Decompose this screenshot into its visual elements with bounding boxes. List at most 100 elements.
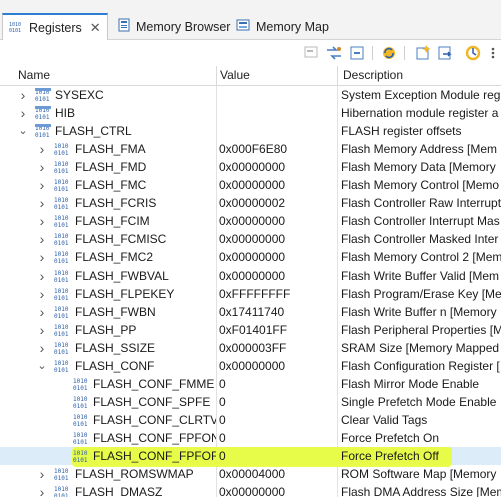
- register-name: FLASH_FLPEKEY: [75, 286, 175, 301]
- register-icon: 10100101: [54, 143, 69, 156]
- svg-text:0101: 0101: [54, 204, 69, 210]
- chevron-right-icon[interactable]: ›: [37, 267, 47, 285]
- register-value[interactable]: 0x00000000: [219, 248, 337, 266]
- tree-row[interactable]: › 1010 0101 FLASH_FMD 0x00000000 Flash Memory…: [0, 158, 501, 176]
- register-group-config-icon[interactable]: [303, 44, 321, 62]
- column-header-value[interactable]: Value: [216, 66, 250, 86]
- chevron-down-icon[interactable]: ⌄: [18, 122, 28, 140]
- register-value[interactable]: [219, 104, 337, 122]
- register-name: FLASH_PP: [75, 322, 137, 337]
- register-group-icon: 10100101: [35, 124, 51, 138]
- chevron-right-icon[interactable]: ›: [37, 248, 47, 266]
- close-icon[interactable]: ✕: [90, 20, 101, 36]
- tree-row[interactable]: ⌄ 1010 0101 FLASH_CONF 0x00000000 Flash Confi…: [0, 357, 501, 375]
- tree-row[interactable]: › 1010 0101 FLASH_FCRIS 0x00000002 Flash Cont…: [0, 194, 501, 212]
- register-value[interactable]: [219, 122, 337, 140]
- register-value[interactable]: 0xFFFFFFFF: [219, 285, 337, 303]
- tree-row[interactable]: 1010 0101 FLASH_CONF_FMME 0 Flash Mirror Mod…: [0, 375, 501, 393]
- register-value[interactable]: 0: [219, 447, 337, 465]
- name-cell: › 1010 0101 FLASH_FWBN: [0, 303, 216, 321]
- chevron-right-icon[interactable]: ›: [37, 483, 47, 497]
- name-cell: › 1010 0101 FLASH_FMC2: [0, 248, 216, 266]
- tree-row[interactable]: › 1010 0101 FLASH_FLPEKEY 0xFFFFFFFF Flash Pr…: [0, 285, 501, 303]
- tree-row[interactable]: 1010 0101 FLASH_CONF_FPFOFF 0 Force Prefetch…: [0, 447, 501, 467]
- column-header-description[interactable]: Description: [339, 66, 403, 86]
- register-description: Flash Mirror Mode Enable: [341, 376, 480, 391]
- register-value[interactable]: 0: [219, 393, 337, 411]
- svg-text:0101: 0101: [9, 28, 21, 33]
- register-value[interactable]: 0x00000002: [219, 194, 337, 212]
- register-description: Flash Program/Erase Key [Me: [341, 286, 501, 301]
- tree-row[interactable]: › 1010 0101 FLASH_ROMSWMAP 0x00004000 ROM Sof…: [0, 465, 501, 483]
- new-group-icon[interactable]: [414, 44, 432, 62]
- register-value[interactable]: 0x00000000: [219, 483, 337, 497]
- tree-row[interactable]: › 1010 0101 FLASH_FMC 0x00000000 Flash Memory…: [0, 176, 501, 194]
- register-name: FLASH_CONF_FMME: [93, 376, 215, 391]
- register-value[interactable]: 0x000003FF: [219, 339, 337, 357]
- tree-row[interactable]: › 1010 0101 FLASH_SSIZE 0x000003FF SRAM Size …: [0, 339, 501, 357]
- register-value[interactable]: 0x00000000: [219, 176, 337, 194]
- register-description: FLASH register offsets: [341, 124, 462, 139]
- tree-row[interactable]: › 1010 0101 FLASH_PP 0xF01401FF Flash Periphe…: [0, 321, 501, 339]
- chevron-right-icon[interactable]: ›: [37, 140, 47, 158]
- tree-row[interactable]: › 1010 0101 FLASH_FWBN 0x17411740 Flash Write…: [0, 303, 501, 321]
- tree-row[interactable]: › 1010 0101 SYSEXC System Exception Module r…: [0, 86, 501, 104]
- bitfield-icon: 10100101: [73, 414, 88, 427]
- chevron-right-icon[interactable]: ›: [37, 194, 47, 212]
- tree-row[interactable]: › 1010 0101 FLASH_FCIM 0x00000000 Flash Contr…: [0, 212, 501, 230]
- register-value[interactable]: 0: [219, 375, 337, 393]
- chevron-right-icon[interactable]: ›: [37, 339, 47, 357]
- view-menu-icon[interactable]: [486, 44, 500, 62]
- register-value[interactable]: 0x00000000: [219, 158, 337, 176]
- register-value[interactable]: [219, 86, 337, 104]
- register-value[interactable]: 0x00000000: [219, 267, 337, 285]
- register-name: FLASH_ROMSWMAP: [75, 467, 194, 482]
- chevron-right-icon[interactable]: ›: [37, 176, 47, 194]
- column-header-name[interactable]: Name: [14, 66, 50, 86]
- tree-row[interactable]: › 1010 0101 FLASH_FCMISC 0x00000000 Flash Con…: [0, 230, 501, 248]
- register-value[interactable]: 0x00000000: [219, 357, 337, 375]
- tree-row[interactable]: › 1010 0101 HIB Hibernation module register …: [0, 104, 501, 122]
- tree-row[interactable]: › 1010 0101 FLASH_FMA 0x000F6E80 Flash Memory…: [0, 140, 501, 158]
- chevron-right-icon[interactable]: ›: [37, 230, 47, 248]
- sync-arrows-icon[interactable]: [325, 44, 343, 62]
- chevron-right-icon[interactable]: ›: [37, 465, 47, 483]
- chevron-right-icon[interactable]: ›: [37, 285, 47, 303]
- tree-row[interactable]: ⌄ 1010 0101 FLASH_CTRL FLASH register offset…: [0, 122, 501, 140]
- tree-row[interactable]: 1010 0101 FLASH_CONF_FPFON 0 Force Prefetch …: [0, 429, 501, 447]
- column-divider[interactable]: [337, 66, 338, 86]
- register-value[interactable]: 0x00000000: [219, 212, 337, 230]
- tree-row[interactable]: 1010 0101 FLASH_CONF_SPFE 0 Single Prefetch …: [0, 393, 501, 411]
- chevron-right-icon[interactable]: ›: [18, 86, 28, 104]
- continuous-refresh-icon[interactable]: [464, 44, 482, 62]
- register-value[interactable]: 0x17411740: [219, 303, 337, 321]
- tab-registers[interactable]: 1010 0101 Registers ✕: [2, 13, 108, 41]
- toolbar-separator: [404, 46, 405, 60]
- export-icon[interactable]: [436, 44, 454, 62]
- tab-registers-label: Registers: [29, 21, 82, 35]
- chevron-right-icon[interactable]: ›: [37, 212, 47, 230]
- tree-row[interactable]: › 1010 0101 FLASH_FWBVAL 0x00000000 Flash Wri…: [0, 267, 501, 285]
- chevron-right-icon[interactable]: ›: [18, 104, 28, 122]
- collapse-all-icon[interactable]: [348, 44, 366, 62]
- bitfield-icon: 10100101: [73, 378, 88, 391]
- tree-row[interactable]: › 1010 0101 FLASH_DMASZ 0x00000000 Flash DMA …: [0, 483, 501, 497]
- tab-memory-map[interactable]: Memory Map: [234, 13, 334, 40]
- register-value[interactable]: 0x00004000: [219, 465, 337, 483]
- chevron-down-icon[interactable]: ⌄: [37, 357, 47, 375]
- register-value[interactable]: 0: [219, 429, 337, 447]
- name-cell: ⌄ 1010 0101 FLASH_CONF: [0, 357, 216, 375]
- register-value[interactable]: 0xF01401FF: [219, 321, 337, 339]
- register-value[interactable]: 0x00000000: [219, 230, 337, 248]
- tree-row[interactable]: › 1010 0101 FLASH_FMC2 0x00000000 Flash Memor…: [0, 248, 501, 266]
- chevron-right-icon[interactable]: ›: [37, 303, 47, 321]
- view-tab-bar: 1010 0101 Registers ✕ Memory Browser Memo…: [0, 0, 501, 41]
- tree-row[interactable]: 1010 0101 FLASH_CONF_CLRTV 0 Clear Valid Tag…: [0, 411, 501, 429]
- register-value[interactable]: 0: [219, 411, 337, 429]
- refresh-icon[interactable]: [380, 44, 398, 62]
- register-value[interactable]: 0x000F6E80: [219, 140, 337, 158]
- chevron-right-icon[interactable]: ›: [37, 321, 47, 339]
- chevron-right-icon[interactable]: ›: [37, 158, 47, 176]
- tab-memory-browser[interactable]: Memory Browser: [114, 13, 232, 40]
- name-cell: › 1010 0101 FLASH_FMC: [0, 176, 216, 194]
